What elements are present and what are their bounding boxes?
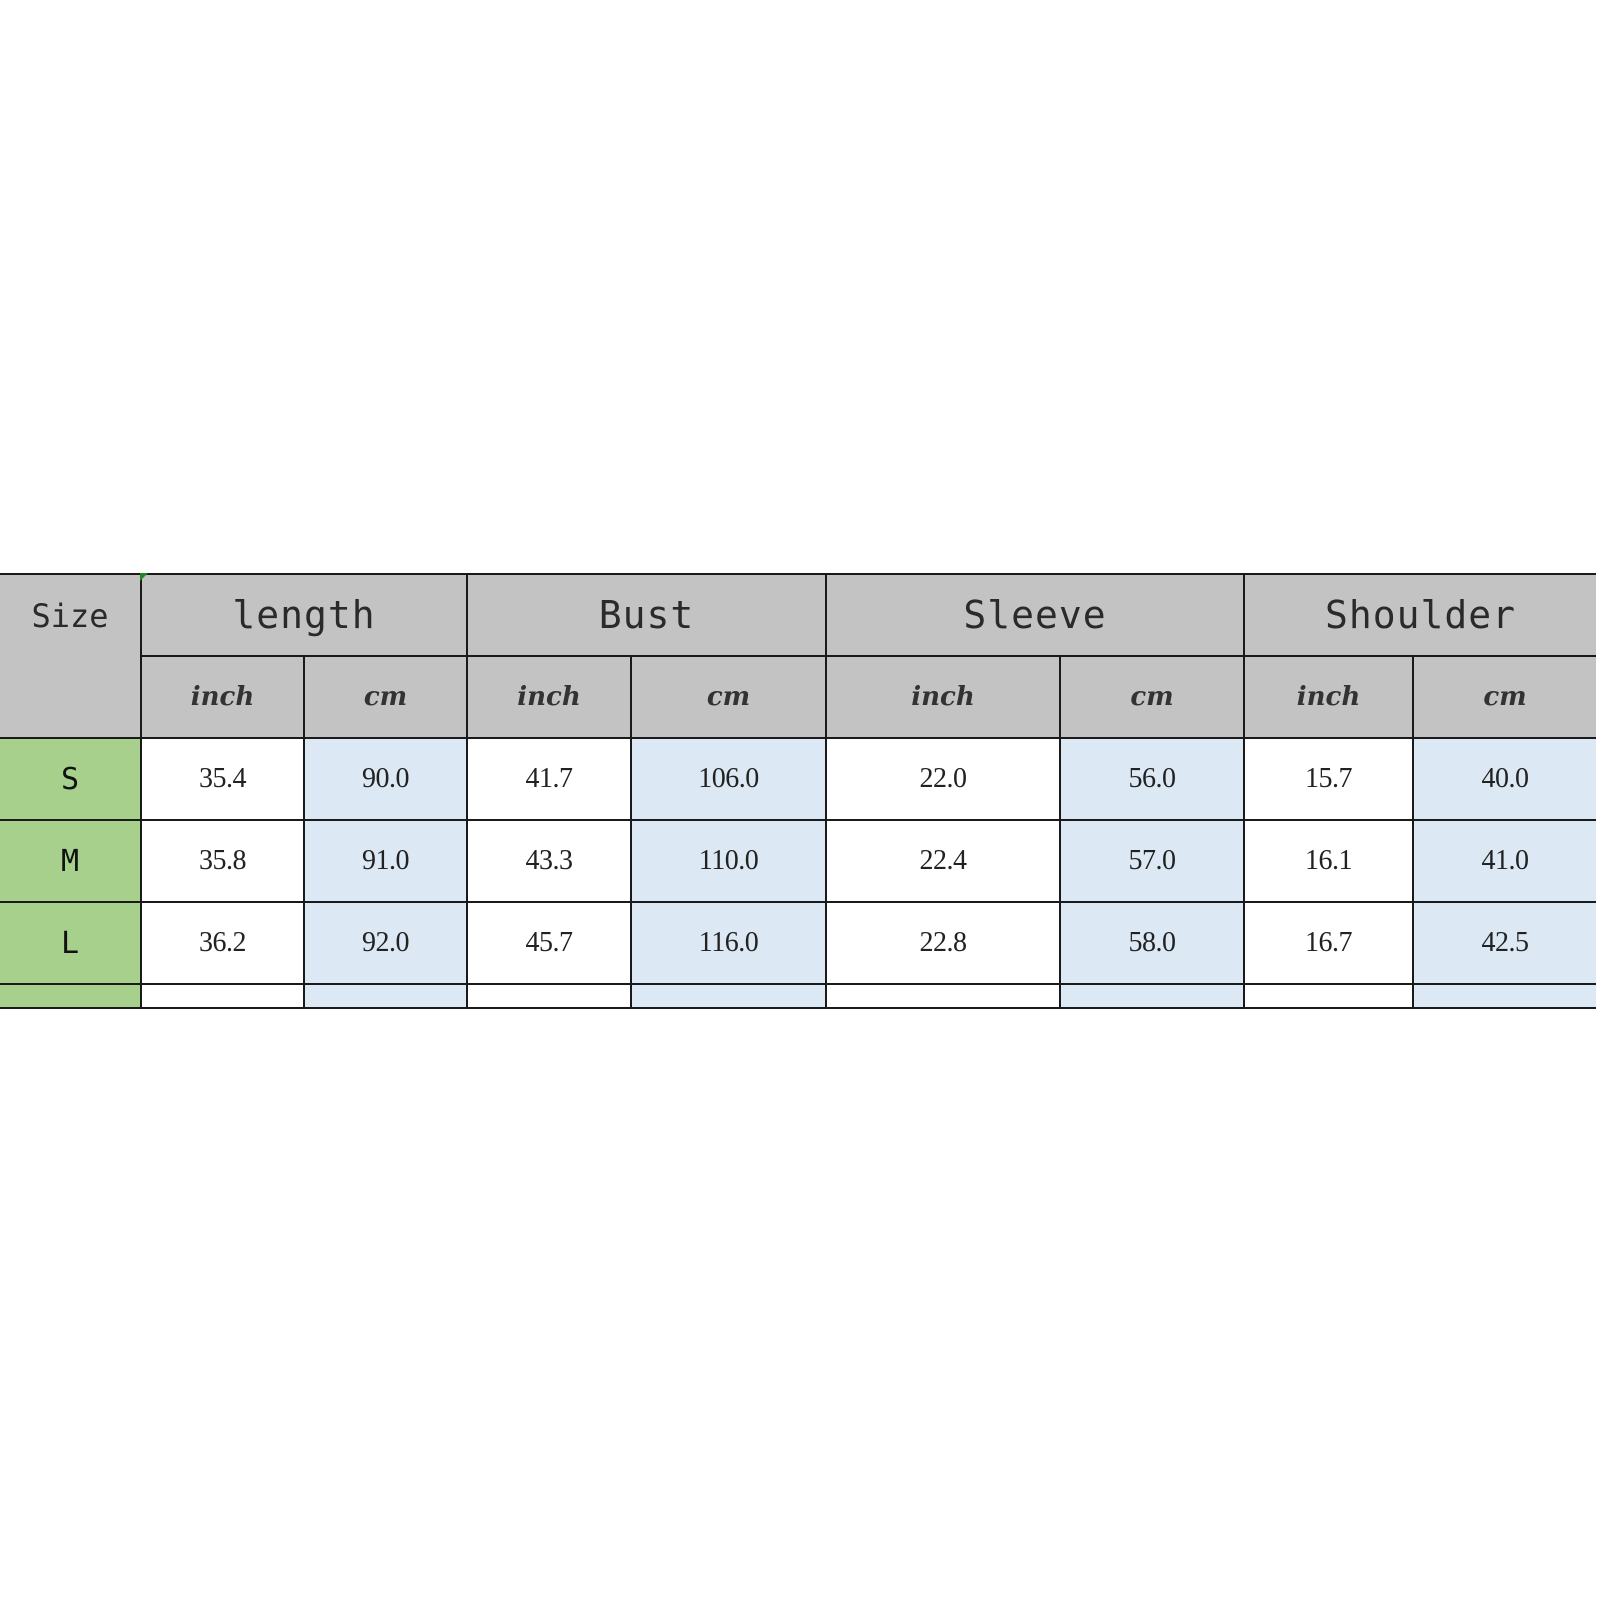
shoulder-inch-header: inch — [1243, 655, 1415, 739]
table-row: L 36.2 92.0 45.7 116.0 22.8 58.0 16.7 42… — [0, 901, 1596, 985]
bust-inch-cell: 43.3 — [466, 819, 632, 903]
shoulder-inch-cell: 16.7 — [1243, 901, 1415, 985]
bust-inch-cell: 41.7 — [466, 737, 632, 821]
length-inch-cell: 35.8 — [140, 819, 305, 903]
bust-inch-header: inch — [466, 655, 632, 739]
cropped-table-row — [0, 983, 1596, 1009]
size-label: S — [0, 737, 142, 821]
shoulder-cm-cell: 42.5 — [1412, 901, 1596, 985]
cell-comment-indicator-icon — [140, 573, 148, 581]
shoulder-cm-cell: 41.0 — [1412, 819, 1596, 903]
size-table: Size length Bust Sleeve Shoulder inch cm… — [0, 573, 1596, 1009]
size-column-header: Size — [0, 573, 142, 739]
length-cm-cell: 92.0 — [303, 901, 468, 985]
sleeve-inch-cell: 22.0 — [825, 737, 1062, 821]
bust-inch-cell: 45.7 — [466, 901, 632, 985]
sleeve-cm-cell: 58.0 — [1059, 901, 1246, 985]
cropped-cell — [466, 983, 632, 1009]
bust-header: Bust — [465, 573, 828, 657]
shoulder-inch-cell: 16.1 — [1243, 819, 1415, 903]
table-row: S 35.4 90.0 41.7 106.0 22.0 56.0 15.7 40… — [0, 737, 1596, 821]
sleeve-cm-header: cm — [1059, 655, 1246, 739]
cropped-cell — [1243, 983, 1415, 1009]
bust-cm-cell: 106.0 — [629, 737, 828, 821]
length-cm-header: cm — [303, 655, 468, 739]
cropped-cell — [1059, 983, 1246, 1009]
sleeve-inch-cell: 22.8 — [825, 901, 1062, 985]
length-inch-cell: 36.2 — [140, 901, 305, 985]
cropped-cell — [303, 983, 468, 1009]
cropped-cell — [825, 983, 1062, 1009]
length-inch-cell: 35.4 — [140, 737, 305, 821]
group-header-row: Size length Bust Sleeve Shoulder — [0, 573, 1596, 739]
sleeve-cm-cell: 57.0 — [1059, 819, 1246, 903]
sleeve-inch-header: inch — [825, 655, 1062, 739]
cropped-cell — [140, 983, 305, 1009]
bust-cm-header: cm — [629, 655, 828, 739]
sleeve-inch-cell: 22.4 — [825, 819, 1062, 903]
shoulder-header: Shoulder — [1243, 573, 1596, 657]
cropped-cell — [629, 983, 828, 1009]
length-header: length — [140, 573, 468, 657]
table-row: M 35.8 91.0 43.3 110.0 22.4 57.0 16.1 41… — [0, 819, 1596, 903]
shoulder-cm-header: cm — [1412, 655, 1596, 739]
sleeve-cm-cell: 56.0 — [1059, 737, 1246, 821]
cropped-cell — [1412, 983, 1596, 1009]
length-inch-header: inch — [140, 655, 305, 739]
unit-header-row: inch cm inch cm inch cm inch cm — [0, 655, 1596, 739]
bust-cm-cell: 110.0 — [629, 819, 828, 903]
shoulder-inch-cell: 15.7 — [1243, 737, 1415, 821]
size-chart-table: Size length Bust Sleeve Shoulder inch cm… — [0, 573, 1596, 1018]
size-label: L — [0, 901, 142, 985]
bust-cm-cell: 116.0 — [629, 901, 828, 985]
cropped-size-cell — [0, 983, 142, 1009]
size-label: M — [0, 819, 142, 903]
length-cm-cell: 90.0 — [303, 737, 468, 821]
shoulder-cm-cell: 40.0 — [1412, 737, 1596, 821]
sleeve-header: Sleeve — [825, 573, 1246, 657]
length-cm-cell: 91.0 — [303, 819, 468, 903]
